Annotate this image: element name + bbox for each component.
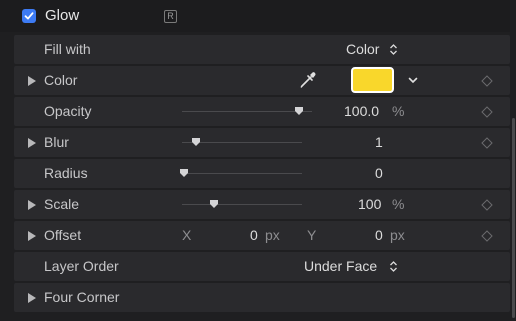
offset-x-label: X bbox=[182, 227, 192, 243]
offset-y-unit: px bbox=[390, 227, 405, 243]
layer-order-value: Under Face bbox=[304, 258, 378, 274]
keyframe-diamond-icon[interactable] bbox=[481, 199, 493, 211]
disclosure-triangle-icon[interactable] bbox=[28, 293, 36, 303]
glow-inspector-panel: Glow R Fill with Color Color Opacity 100… bbox=[0, 0, 516, 321]
radius-value[interactable]: 0 bbox=[375, 165, 383, 181]
fill-with-popup[interactable]: Color bbox=[346, 35, 426, 64]
chevron-down-icon[interactable] bbox=[408, 77, 418, 84]
keyframe-diamond-icon[interactable] bbox=[481, 137, 493, 149]
fill-with-label: Fill with bbox=[44, 41, 91, 57]
opacity-value[interactable]: 100.0 bbox=[344, 103, 379, 119]
four-corner-row: Four Corner bbox=[14, 283, 510, 312]
eyedropper-icon[interactable] bbox=[299, 71, 317, 89]
glow-header: Glow R bbox=[0, 0, 510, 32]
fill-with-row: Fill with Color bbox=[14, 35, 510, 64]
color-swatch[interactable] bbox=[351, 67, 394, 93]
opacity-row: Opacity 100.0 % bbox=[14, 97, 510, 126]
updown-chevron-icon bbox=[390, 261, 397, 272]
blur-value[interactable]: 1 bbox=[375, 134, 383, 150]
layer-order-popup[interactable]: Under Face bbox=[304, 252, 424, 281]
blur-slider-thumb[interactable] bbox=[191, 137, 201, 147]
scale-value[interactable]: 100 bbox=[358, 196, 381, 212]
disclosure-triangle-icon[interactable] bbox=[28, 76, 36, 86]
radius-slider-thumb[interactable] bbox=[179, 168, 189, 178]
scale-slider-thumb[interactable] bbox=[209, 199, 219, 209]
reset-badge[interactable]: R bbox=[164, 10, 177, 23]
keyframe-diamond-icon[interactable] bbox=[481, 106, 493, 118]
radius-slider-track[interactable] bbox=[182, 173, 302, 174]
updown-chevron-icon bbox=[390, 44, 397, 55]
opacity-unit: % bbox=[392, 103, 405, 119]
offset-label: Offset bbox=[44, 227, 82, 243]
disclosure-triangle-icon[interactable] bbox=[28, 138, 36, 148]
color-label: Color bbox=[44, 72, 78, 88]
checkmark-icon bbox=[24, 12, 34, 20]
vertical-scrollbar[interactable] bbox=[512, 118, 515, 318]
offset-row: Offset X 0 px Y 0 px bbox=[14, 221, 510, 250]
offset-y-value[interactable]: 0 bbox=[375, 227, 383, 243]
offset-y-label: Y bbox=[307, 227, 317, 243]
scale-slider-track[interactable] bbox=[182, 204, 302, 205]
offset-x-unit: px bbox=[265, 227, 280, 243]
layer-order-label: Layer Order bbox=[44, 258, 119, 274]
disclosure-triangle-icon[interactable] bbox=[28, 200, 36, 210]
blur-label: Blur bbox=[44, 134, 69, 150]
offset-x-value[interactable]: 0 bbox=[250, 227, 258, 243]
glow-title: Glow bbox=[45, 7, 80, 24]
keyframe-diamond-icon[interactable] bbox=[481, 75, 493, 87]
blur-row: Blur 1 bbox=[14, 128, 510, 157]
four-corner-label: Four Corner bbox=[44, 289, 120, 305]
opacity-label: Opacity bbox=[44, 103, 92, 119]
scale-row: Scale 100 % bbox=[14, 190, 510, 219]
color-row: Color bbox=[14, 66, 510, 95]
keyframe-diamond-icon[interactable] bbox=[481, 230, 493, 242]
layer-order-row: Layer Order Under Face bbox=[14, 252, 510, 281]
glow-enable-checkbox[interactable] bbox=[22, 9, 36, 23]
opacity-slider-thumb[interactable] bbox=[294, 106, 304, 116]
opacity-slider-track[interactable] bbox=[182, 111, 312, 112]
scale-label: Scale bbox=[44, 196, 80, 212]
radius-label: Radius bbox=[44, 165, 88, 181]
scale-unit: % bbox=[392, 196, 405, 212]
radius-row: Radius 0 bbox=[14, 159, 510, 188]
disclosure-triangle-icon[interactable] bbox=[28, 231, 36, 241]
fill-with-value: Color bbox=[346, 41, 380, 57]
